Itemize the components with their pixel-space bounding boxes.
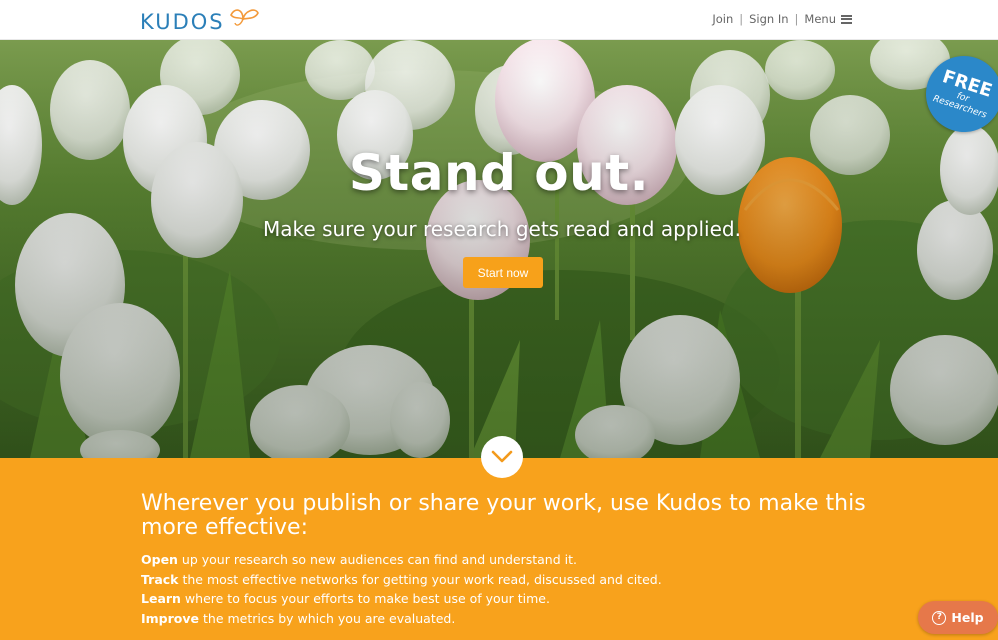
hero-subtitle: Make sure your research gets read and ap… — [263, 217, 741, 241]
butterfly-icon — [229, 9, 259, 26]
benefit-text: up your research so new audiences can fi… — [177, 552, 577, 567]
menu-label: Menu — [804, 12, 836, 26]
info-section: Wherever you publish or share your work,… — [0, 458, 998, 640]
benefit-keyword: Track — [141, 571, 179, 587]
hamburger-icon — [841, 14, 852, 24]
help-label: Help — [951, 610, 984, 625]
hero-title: Stand out. — [348, 144, 650, 202]
benefit-text: the metrics by which you are evaluated. — [199, 610, 456, 626]
list-item: Improve the metrics by which you are eva… — [141, 609, 841, 629]
info-heading: Wherever you publish or share your work,… — [141, 491, 866, 540]
kudos-logo[interactable]: KUDOS — [140, 9, 261, 35]
benefit-text: the most effective networks for getting … — [178, 571, 662, 587]
landing-page: KUDOS Join | Sign In | Menu Stand out. M… — [0, 0, 998, 640]
benefit-keyword: Open — [141, 552, 178, 567]
question-circle-icon: ? — [932, 610, 947, 625]
list-item: Track the most effective networks for ge… — [141, 570, 841, 590]
help-button[interactable]: ? Help — [918, 601, 998, 634]
join-link[interactable]: Join — [712, 12, 733, 26]
chevron-down-icon — [491, 450, 513, 463]
benefit-keyword: Learn — [141, 591, 181, 606]
menu-button[interactable]: Menu — [804, 12, 852, 26]
benefit-text: where to focus your efforts to make best… — [180, 591, 550, 606]
list-item: Learn where to focus your efforts to mak… — [141, 589, 841, 609]
benefits-list: Open up your research so new audiences c… — [141, 550, 841, 628]
start-now-button[interactable]: Start now — [463, 257, 543, 288]
nav-separator: | — [794, 12, 799, 26]
tulip-field-image — [0, 40, 998, 458]
sign-in-link[interactable]: Sign In — [749, 12, 788, 26]
logo-text: KUDOS — [140, 10, 225, 34]
benefit-keyword: Improve — [141, 610, 200, 626]
scroll-down-button[interactable] — [481, 436, 523, 478]
header-nav: Join | Sign In | Menu — [712, 12, 852, 26]
nav-separator: | — [739, 12, 744, 26]
list-item: Open up your research so new audiences c… — [141, 550, 841, 570]
hero-section: Stand out. Make sure your research gets … — [0, 40, 998, 458]
top-header: KUDOS Join | Sign In | Menu — [0, 0, 998, 40]
